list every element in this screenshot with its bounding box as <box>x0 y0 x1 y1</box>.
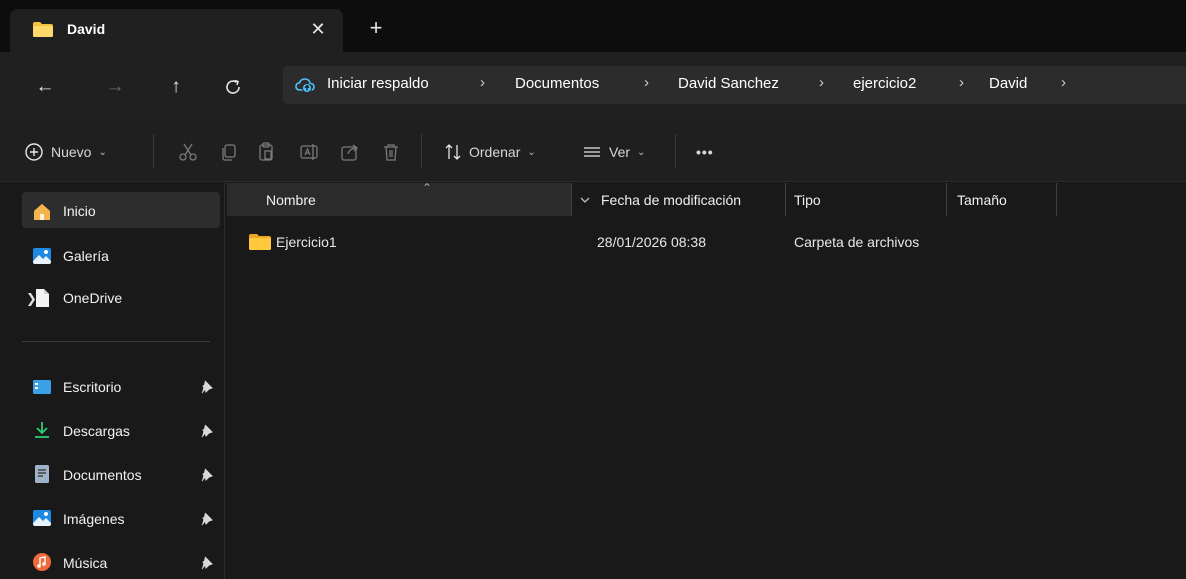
sidebar-item-label: Documentos <box>63 467 142 483</box>
home-icon <box>34 204 50 220</box>
tab-david[interactable]: David ✕ <box>10 9 343 52</box>
chevron-down-icon[interactable] <box>578 193 592 207</box>
more-options-button[interactable]: ••• <box>696 141 714 163</box>
new-button-label: Nuevo <box>51 144 92 160</box>
pin-icon[interactable] <box>201 468 213 482</box>
gallery-icon <box>33 248 51 264</box>
download-icon <box>35 422 49 438</box>
file-type: Carpeta de archivos <box>794 234 920 250</box>
trash-icon[interactable] <box>380 141 402 163</box>
chevron-down-icon: ⌄ <box>527 146 536 158</box>
refresh-icon[interactable] <box>223 77 243 97</box>
breadcrumb-ejercicio2[interactable]: ejercicio2 <box>853 75 916 92</box>
column-divider[interactable] <box>785 183 786 216</box>
paste-icon[interactable] <box>255 141 277 163</box>
divider <box>153 134 154 168</box>
column-header-modified[interactable]: Fecha de modificación <box>601 192 741 208</box>
back-icon[interactable]: ← <box>32 74 58 100</box>
file-modified: 28/01/2026 08:38 <box>597 234 706 250</box>
sidebar-item-label: Imágenes <box>63 511 125 527</box>
breadcrumb-david-sanchez[interactable]: David Sanchez <box>678 75 779 92</box>
table-row[interactable]: Ejercicio1 28/01/2026 08:38 Carpeta de a… <box>227 226 1186 258</box>
sidebar-item-label: Galería <box>63 248 109 264</box>
new-tab-icon[interactable]: + <box>364 17 388 42</box>
forward-icon[interactable]: → <box>102 74 128 100</box>
pin-icon[interactable] <box>201 380 213 394</box>
sidebar-item-label: Descargas <box>63 423 130 439</box>
file-name[interactable]: Ejercicio1 <box>276 234 337 250</box>
sidebar-item-label: Escritorio <box>63 379 122 395</box>
sidebar-item-label: Inicio <box>63 203 96 219</box>
column-divider[interactable] <box>946 183 947 216</box>
column-divider[interactable] <box>1056 183 1057 216</box>
view-lines-icon <box>584 147 600 157</box>
plus-circle-icon <box>25 143 43 161</box>
document-icon <box>36 289 49 307</box>
more-options-icon: ••• <box>696 144 714 160</box>
cut-icon[interactable] <box>177 141 199 163</box>
music-icon <box>33 553 51 571</box>
view-button-label: Ver <box>609 144 631 160</box>
divider <box>675 134 676 168</box>
column-header-name[interactable]: ⌃ Nombre <box>227 181 571 216</box>
documents-icon <box>35 465 49 483</box>
column-header-row: ⌃ Nombre Fecha de modificación Tipo Tama… <box>227 181 1186 216</box>
column-header-name-label: Nombre <box>266 192 316 208</box>
folder-icon <box>33 22 53 37</box>
pin-icon[interactable] <box>201 424 213 438</box>
sort-icon <box>445 144 461 160</box>
sort-button-label: Ordenar <box>469 144 521 160</box>
breadcrumb-separator[interactable]: › <box>959 74 964 91</box>
pictures-icon <box>33 510 51 526</box>
up-icon[interactable]: ↑ <box>163 74 189 100</box>
navigation-bar: ← → ↑ Iniciar respaldo › Documentos › Da… <box>0 52 1186 120</box>
rename-icon[interactable] <box>298 141 320 163</box>
breadcrumb-separator[interactable]: › <box>819 74 824 91</box>
view-button[interactable]: Ver ⌄ <box>582 141 645 163</box>
sidebar-item-label: Música <box>63 555 108 571</box>
column-header-size[interactable]: Tamaño <box>957 192 1007 208</box>
breadcrumb-documentos[interactable]: Documentos <box>515 75 599 92</box>
cloud-backup-icon <box>295 78 315 93</box>
pane-splitter[interactable] <box>224 182 225 579</box>
chevron-down-icon: ⌄ <box>98 146 107 158</box>
navigation-pane: Inicio Galería ❯ OneDrive Escritorio Des… <box>0 182 224 579</box>
sort-ascending-icon: ⌃ <box>422 181 433 195</box>
chevron-down-icon: ⌄ <box>637 146 646 158</box>
column-divider[interactable] <box>571 183 572 216</box>
address-bar[interactable]: Iniciar respaldo › Documentos › David Sa… <box>283 66 1186 104</box>
tab-title: David <box>67 21 106 37</box>
copy-icon[interactable] <box>218 141 240 163</box>
share-icon[interactable] <box>339 141 361 163</box>
breadcrumb-david[interactable]: David <box>989 75 1027 92</box>
sidebar-divider <box>22 341 210 342</box>
command-bar: Nuevo ⌄ Ordenar ⌄ Ver ⌄ ••• <box>0 120 1186 182</box>
breadcrumb-separator[interactable]: › <box>644 74 649 91</box>
breadcrumb-separator[interactable]: › <box>1061 74 1066 91</box>
column-header-type[interactable]: Tipo <box>794 192 821 208</box>
close-tab-icon[interactable]: ✕ <box>306 17 330 41</box>
breadcrumb-separator[interactable]: › <box>480 74 485 91</box>
divider <box>421 134 422 168</box>
folder-icon <box>249 234 271 250</box>
breadcrumb-iniciar-respaldo[interactable]: Iniciar respaldo <box>327 75 429 92</box>
pin-icon[interactable] <box>201 512 213 526</box>
sidebar-item-label: OneDrive <box>63 290 123 306</box>
pin-icon[interactable] <box>201 556 213 570</box>
sort-button[interactable]: Ordenar ⌄ <box>444 141 536 163</box>
desktop-icon <box>33 380 51 394</box>
title-bar: David ✕ + <box>0 0 1186 52</box>
new-button[interactable]: Nuevo ⌄ <box>24 141 107 163</box>
